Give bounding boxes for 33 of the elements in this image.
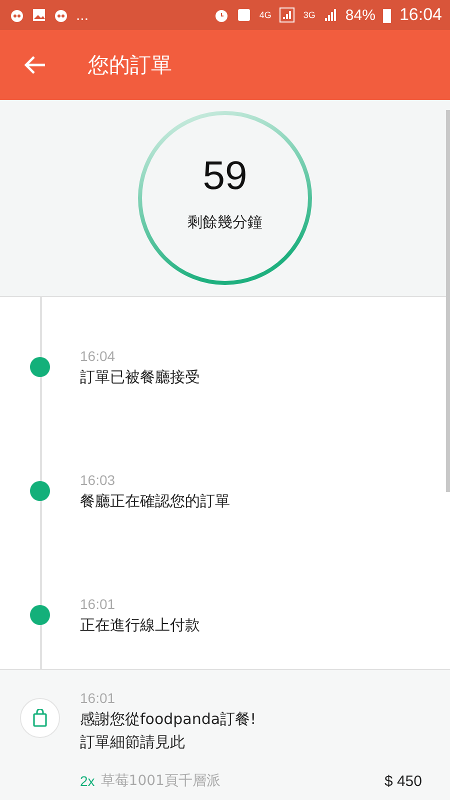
signal-icon [323, 8, 338, 22]
minutes-caption: 剩餘幾分鐘 [188, 213, 262, 232]
overflow-indicator: ... [76, 6, 89, 24]
event-text: 正在進行線上付款 [80, 616, 201, 634]
event-time: 16:01 [80, 690, 116, 706]
battery-icon [383, 8, 392, 22]
scrollbar[interactable] [446, 110, 450, 492]
event-time: 16:04 [80, 348, 116, 364]
event-time: 16:01 [80, 596, 116, 612]
network-label: 4G [259, 10, 272, 20]
alarm-icon [214, 8, 230, 22]
event-text: 感謝您從foodpanda訂餐! [80, 710, 258, 729]
event-text: 訂單已被餐廳接受 [80, 368, 201, 386]
item-name: 草莓1001頁千層派 [100, 772, 222, 790]
event-time: 16:03 [80, 472, 116, 488]
clock: 16:04 [399, 5, 442, 25]
back-arrow-icon[interactable] [24, 55, 46, 75]
timeline-dot [30, 357, 50, 377]
network-label: 3G [303, 10, 316, 20]
item-quantity: 2x [80, 773, 95, 789]
minutes-remaining: 59 [202, 154, 248, 199]
event-text: 餐廳正在確認您的訂單 [80, 492, 231, 510]
shopping-bag-icon [20, 698, 60, 738]
item-price: $ 450 [384, 772, 422, 790]
panda-icon [54, 8, 68, 22]
timeline-dot [30, 605, 50, 625]
page-title: 您的訂單 [88, 52, 172, 79]
event-text: 訂單細節請見此 [80, 733, 186, 752]
timeline-dot [30, 481, 50, 501]
battery-percent: 84% [345, 6, 376, 24]
panda-icon [10, 8, 24, 22]
image-icon [32, 8, 46, 22]
signal-icon [279, 7, 296, 23]
